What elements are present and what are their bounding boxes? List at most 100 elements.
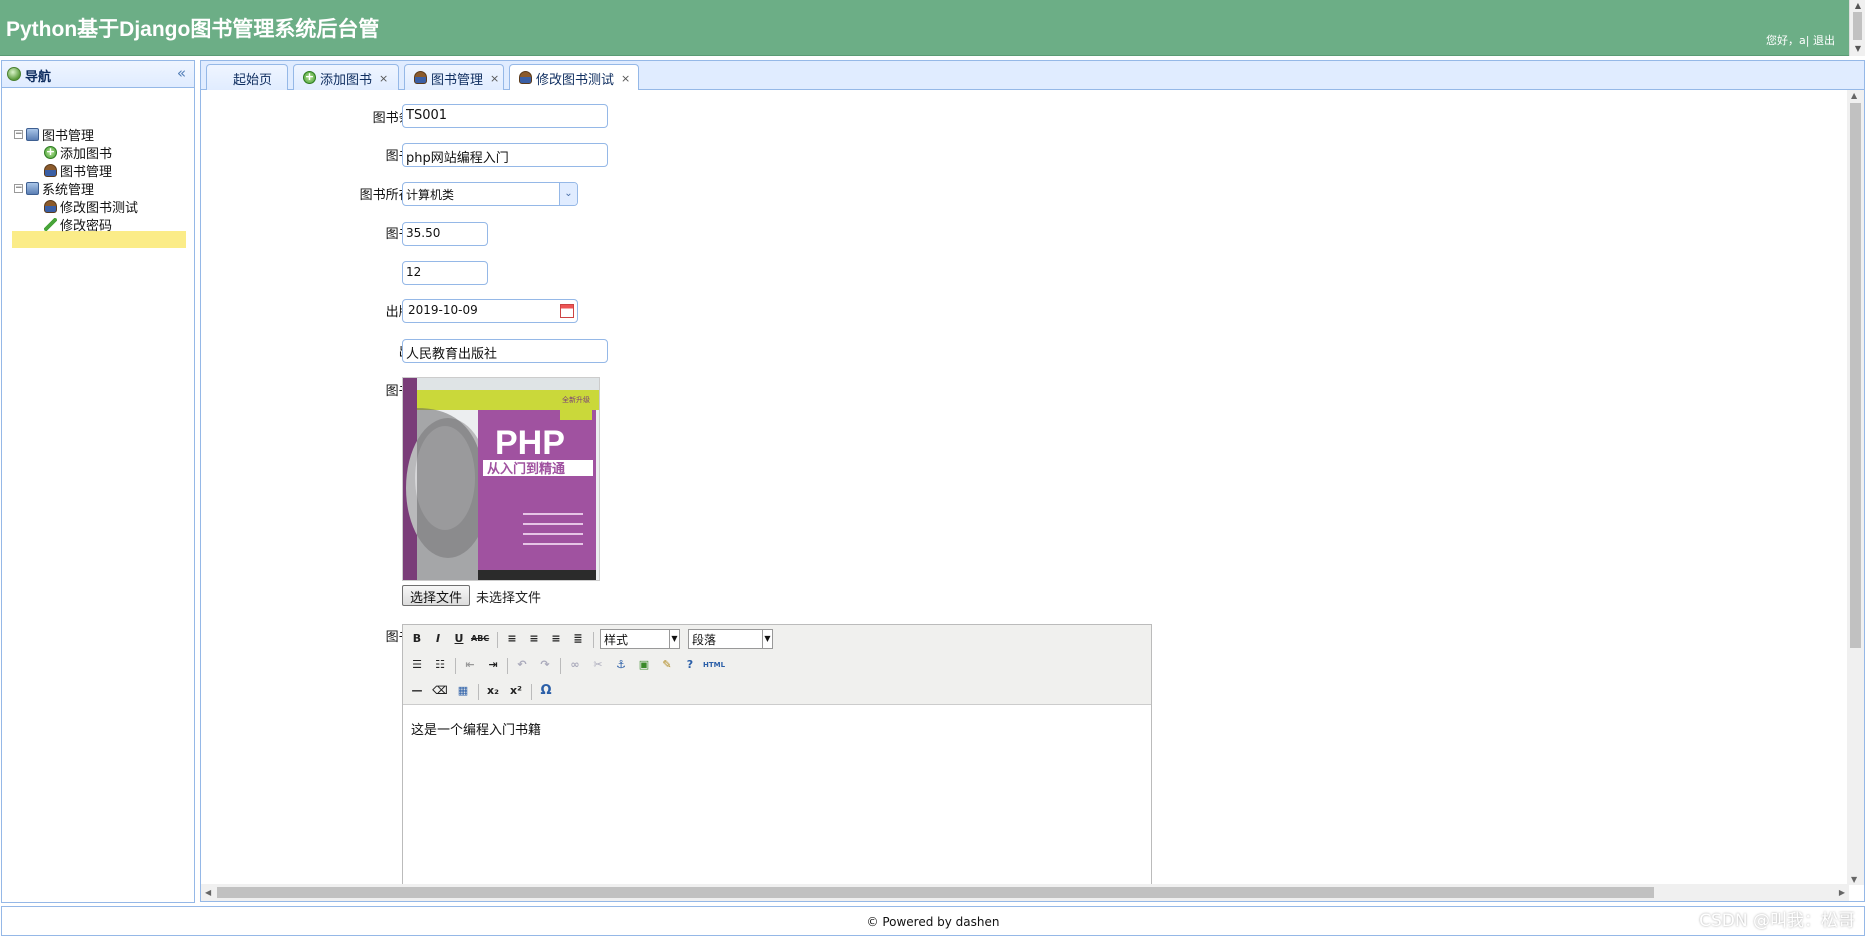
rich-text-editor: B I U ABC ≡ ≡ ≡ ≣ 样式 ▼ 段落 ▼ ☰ ☷ ⇤ ⇥ ↶ ↷ … xyxy=(402,624,1152,901)
strikethrough-icon[interactable]: ABC xyxy=(471,630,489,648)
tab-home[interactable]: 起始页 xyxy=(206,64,288,91)
tab-edit-book-test[interactable]: 修改图书测试 × xyxy=(509,64,639,92)
style-select[interactable]: 样式 ▼ xyxy=(600,629,680,649)
username: a xyxy=(1799,34,1806,47)
chevron-down-icon: ▼ xyxy=(669,630,679,648)
align-justify-icon[interactable]: ≣ xyxy=(569,630,587,648)
remove-format-icon[interactable]: ⌫ xyxy=(431,682,449,700)
book-cover-image: PHP 从入门到精通 全新升级 xyxy=(402,377,600,581)
cover-subtitle: 从入门到精通 xyxy=(487,461,565,477)
tree-label: 系统管理 xyxy=(42,183,95,198)
app-title: Python基于Django图书管理系统后台管 xyxy=(6,18,380,41)
category-select[interactable]: 计算机类 ⌄ xyxy=(402,182,578,206)
close-icon[interactable]: × xyxy=(621,72,630,85)
price-input[interactable]: 35.50 xyxy=(402,222,488,246)
logout-link[interactable]: 退出 xyxy=(1813,34,1835,47)
unlink-icon[interactable]: ✂ xyxy=(589,656,607,674)
vertical-scrollbar[interactable]: ▲ ▼ xyxy=(1847,90,1864,885)
scroll-thumb[interactable] xyxy=(217,887,1654,898)
cover-title: PHP xyxy=(495,424,565,462)
tree-node-system-management[interactable]: − 系统管理 xyxy=(14,180,95,198)
publisher-input[interactable]: 人民教育出版社 xyxy=(402,339,608,363)
scroll-thumb[interactable] xyxy=(1850,103,1861,648)
superscript-icon[interactable]: x² xyxy=(507,682,525,700)
redo-icon[interactable]: ↷ xyxy=(536,656,554,674)
scroll-left-icon[interactable]: ◀ xyxy=(205,888,211,897)
editor-body[interactable]: 这是一个编程入门书籍 xyxy=(411,719,541,738)
footer-text: © Powered by dashen xyxy=(866,915,1000,929)
indent-icon[interactable]: ⇥ xyxy=(484,656,502,674)
user-icon xyxy=(44,200,57,213)
tab-add-book[interactable]: + 添加图书 × xyxy=(293,64,399,91)
scroll-down-icon[interactable]: ▼ xyxy=(1851,875,1857,884)
close-icon[interactable]: × xyxy=(379,72,388,85)
anchor-icon[interactable]: ⚓ xyxy=(612,656,630,674)
book-name-input[interactable]: php网站编程入门 xyxy=(402,143,608,167)
toolbar-separator xyxy=(507,658,508,674)
scroll-up-icon[interactable]: ▲ xyxy=(1850,0,1865,12)
bold-icon[interactable]: B xyxy=(408,630,426,648)
sidebar-header: 导航 « xyxy=(2,61,194,88)
choose-file-button[interactable]: 选择文件 xyxy=(402,585,471,606)
tab-bar: 起始页 + 添加图书 × 图书管理 × 修改图书测试 × xyxy=(200,60,1865,92)
toolbar-separator xyxy=(531,684,532,700)
scroll-up-icon[interactable]: ▲ xyxy=(1851,91,1857,100)
collapse-toggle-icon[interactable]: − xyxy=(14,130,23,139)
app-header: Python基于Django图书管理系统后台管 您好，a| 退出 ▲ ▼ xyxy=(0,0,1865,56)
tree-label: 图书管理 xyxy=(42,129,95,144)
tree-item-change-password[interactable]: 修改密码 xyxy=(44,216,112,234)
link-icon[interactable]: ∞ xyxy=(566,656,584,674)
chevron-down-icon[interactable]: ⌄ xyxy=(559,183,577,205)
align-right-icon[interactable]: ≡ xyxy=(547,630,565,648)
tree-label: 修改图书测试 xyxy=(60,201,139,216)
format-select[interactable]: 段落 ▼ xyxy=(688,629,773,649)
special-char-icon[interactable]: Ω xyxy=(537,682,555,700)
sidebar: 导航 « − 图书管理 + 添加图书 图书管理 − 系统管理 修改图书测试 修改… xyxy=(1,60,195,903)
bullet-list-icon[interactable]: ☰ xyxy=(408,656,426,674)
undo-icon[interactable]: ↶ xyxy=(513,656,531,674)
outdent-icon[interactable]: ⇤ xyxy=(461,656,479,674)
header-scrollbar[interactable]: ▲ ▼ xyxy=(1849,0,1865,56)
cleanup-icon[interactable]: ✎ xyxy=(658,656,676,674)
separator: | xyxy=(1805,34,1810,47)
horizontal-rule-icon[interactable]: — xyxy=(408,682,426,700)
scroll-right-icon[interactable]: ▶ xyxy=(1839,888,1845,897)
scroll-thumb[interactable] xyxy=(1853,12,1862,40)
tree-node-book-management[interactable]: − 图书管理 xyxy=(14,126,95,144)
main-content: 图书条形码: TS001 图书名称: php网站编程入门 图书所在类别: 计算机… xyxy=(200,90,1865,902)
barcode-input[interactable]: TS001 xyxy=(402,104,608,128)
toolbar-separator xyxy=(455,658,456,674)
scroll-down-icon[interactable]: ▼ xyxy=(1850,43,1865,55)
folder-icon xyxy=(26,128,39,141)
collapse-icon[interactable]: « xyxy=(177,64,186,82)
tab-book-management[interactable]: 图书管理 × xyxy=(404,64,504,91)
tab-label: 修改图书测试 xyxy=(536,73,615,88)
align-left-icon[interactable]: ≡ xyxy=(503,630,521,648)
subscript-icon[interactable]: x₂ xyxy=(484,682,502,700)
underline-icon[interactable]: U xyxy=(450,630,468,648)
toolbar-separator xyxy=(497,632,498,648)
publish-date-input[interactable]: 2019-10-09 xyxy=(402,299,578,323)
image-icon[interactable]: ▣ xyxy=(635,656,653,674)
numbered-list-icon[interactable]: ☷ xyxy=(431,656,449,674)
stock-input[interactable]: 12 xyxy=(402,261,488,285)
user-icon xyxy=(519,71,532,84)
tab-label: 起始页 xyxy=(233,72,273,88)
horizontal-scrollbar[interactable]: ◀ ▶ xyxy=(201,884,1849,901)
tree-item-add-book[interactable]: + 添加图书 xyxy=(44,144,113,162)
italic-icon[interactable]: I xyxy=(429,630,447,648)
align-center-icon[interactable]: ≡ xyxy=(525,630,543,648)
help-icon[interactable]: ? xyxy=(681,656,699,674)
collapse-toggle-icon[interactable]: − xyxy=(14,184,23,193)
greeting-text: 您好， xyxy=(1766,34,1800,47)
tree-item-book-list[interactable]: 图书管理 xyxy=(44,162,112,180)
user-icon xyxy=(414,71,427,84)
table-icon[interactable]: ▦ xyxy=(454,682,472,700)
toolbar-separator xyxy=(593,632,594,648)
calendar-icon[interactable] xyxy=(560,304,574,318)
tree-item-edit-book-test[interactable]: 修改图书测试 xyxy=(44,198,139,216)
book-cover-art: PHP 从入门到精通 全新升级 xyxy=(403,378,599,580)
close-icon[interactable]: × xyxy=(490,72,499,85)
html-source-button[interactable]: HTML xyxy=(701,656,727,674)
tree-label: 添加图书 xyxy=(60,147,113,162)
